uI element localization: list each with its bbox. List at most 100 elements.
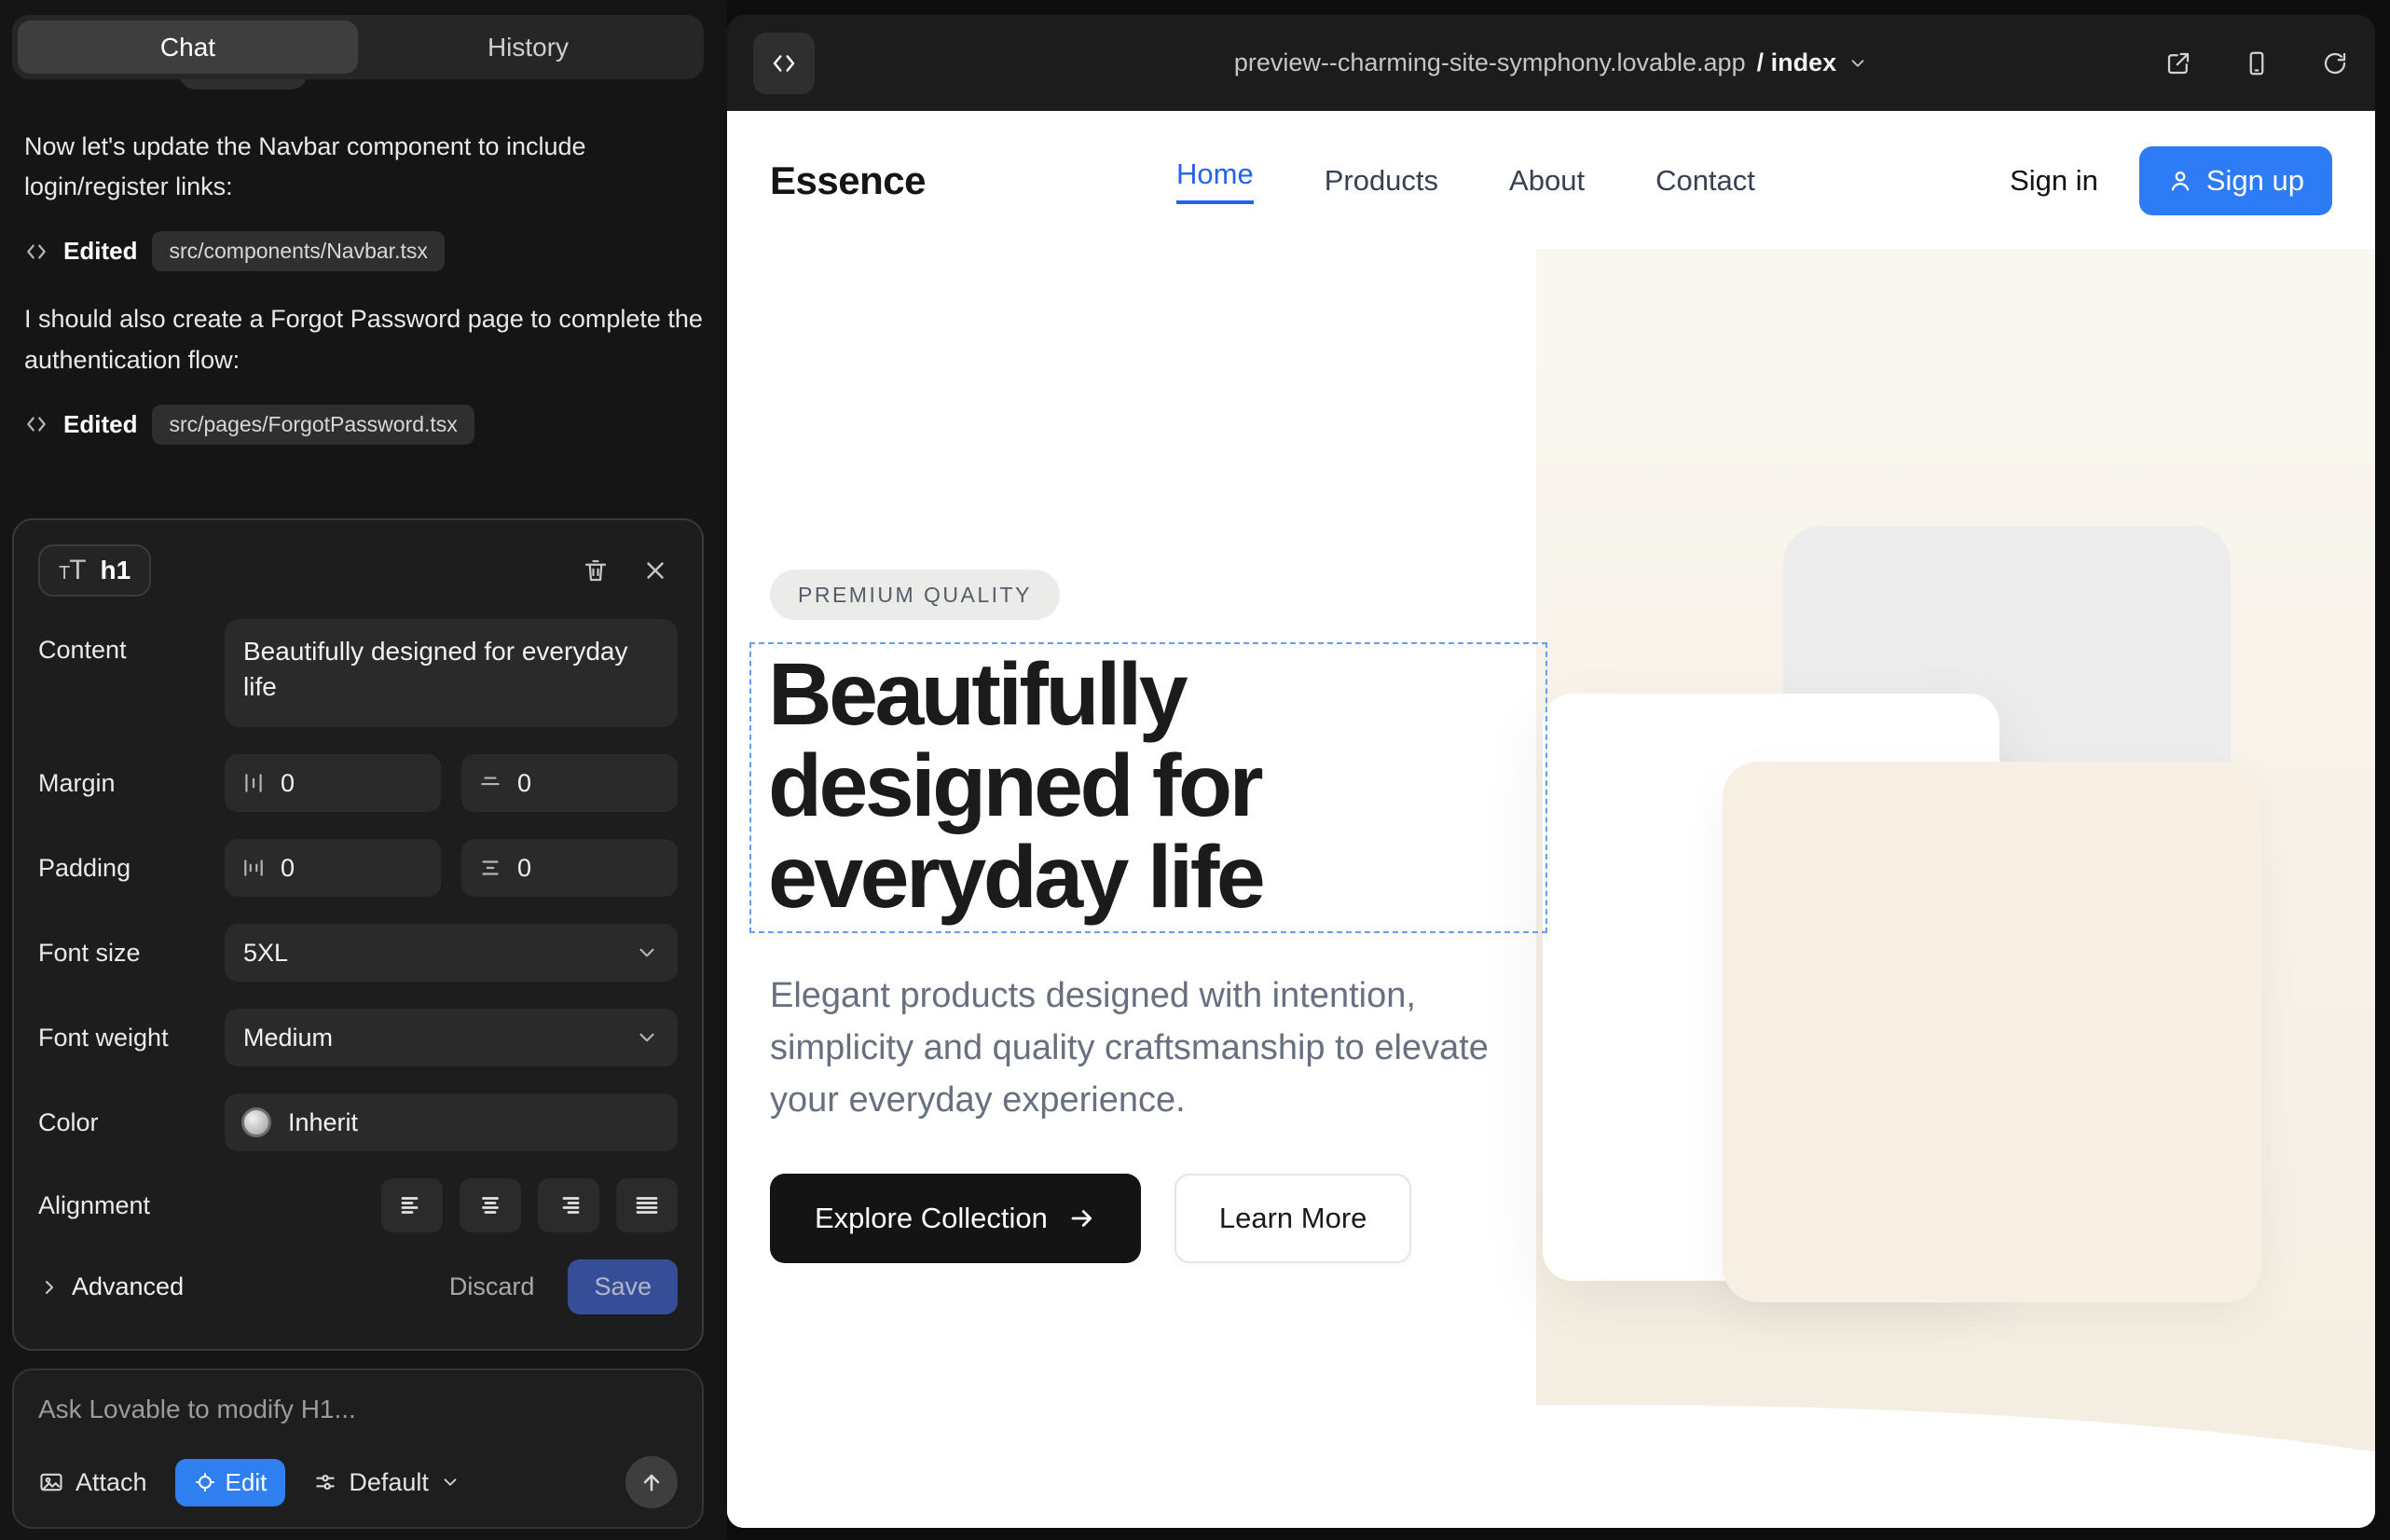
padding-row: Padding 0 0 [38, 839, 678, 897]
code-icon [24, 240, 48, 264]
chevron-right-icon [38, 1276, 61, 1299]
tab-chat[interactable]: Chat [18, 21, 358, 74]
content-input[interactable]: Beautifully designed for everyday life [225, 619, 678, 727]
hero-cta-row: Explore Collection Learn More [770, 1174, 1411, 1263]
app-root: Chat History Now let's update the Navbar… [0, 0, 2390, 1540]
chat-message: I should also create a Forgot Password p… [24, 299, 705, 379]
nav-link-home[interactable]: Home [1176, 158, 1254, 204]
padding-horizontal-icon [241, 856, 266, 880]
site-navbar: Essence Home Products About Contact Sign… [727, 111, 2375, 251]
chevron-down-icon [1847, 53, 1868, 74]
refresh-icon[interactable] [2321, 49, 2349, 77]
arrow-right-icon [1068, 1204, 1096, 1232]
save-button[interactable]: Save [568, 1259, 678, 1314]
font-weight-select[interactable]: Medium [225, 1009, 678, 1066]
preview-toolbar: preview--charming-site-symphony.lovable.… [727, 15, 2375, 111]
content-label: Content [38, 636, 225, 665]
advanced-toggle[interactable]: Advanced [38, 1272, 184, 1301]
padding-vertical-icon [478, 856, 502, 880]
sign-in-link[interactable]: Sign in [2010, 164, 2098, 198]
file-badge[interactable]: src/components/Navbar.tsx [152, 231, 444, 271]
align-right-button[interactable] [538, 1178, 599, 1232]
margin-x-input[interactable]: 0 [225, 754, 441, 812]
margin-row: Margin 0 0 [38, 754, 678, 812]
premium-quality-badge[interactable]: PREMIUM QUALITY [770, 570, 1060, 620]
chat-sidebar: Chat History Now let's update the Navbar… [0, 0, 727, 1540]
edited-file-row: Edited src/pages/ForgotPassword.tsx [24, 405, 705, 445]
selected-element-pill: TT h1 [38, 544, 151, 597]
alignment-row: Alignment [38, 1178, 678, 1232]
file-badge[interactable]: src/pages/ForgotPassword.tsx [152, 405, 474, 445]
sidebar-tabbar: Chat History [12, 15, 704, 79]
site-logo[interactable]: Essence [770, 158, 926, 203]
inspector-footer: Advanced Discard Save [38, 1259, 678, 1314]
delete-element-button[interactable] [573, 548, 618, 593]
chevron-down-icon [635, 941, 659, 965]
hero-section: PREMIUM QUALITY Beautifully designed for… [727, 111, 2375, 1528]
nav-link-contact[interactable]: Contact [1655, 164, 1755, 198]
url-host: preview--charming-site-symphony.lovable.… [1234, 48, 1746, 77]
align-center-button[interactable] [460, 1178, 521, 1232]
edited-label: Edited [63, 410, 137, 439]
selected-element-outline: Beautifully designed for everyday life [749, 642, 1547, 933]
align-left-button[interactable] [381, 1178, 443, 1232]
edited-file-row: Edited src/components/Navbar.tsx [24, 231, 705, 271]
hero-heading[interactable]: Beautifully designed for everyday life [751, 644, 1545, 929]
content-row: Content Beautifully designed for everyda… [38, 619, 678, 727]
send-button[interactable] [625, 1456, 678, 1508]
font-weight-label: Font weight [38, 1024, 225, 1052]
chat-message-list: Now let's update the Navbar component to… [24, 127, 705, 473]
chevron-down-icon [440, 1472, 460, 1492]
discard-button[interactable]: Discard [449, 1272, 535, 1301]
padding-label: Padding [38, 854, 225, 883]
edit-mode-button[interactable]: Edit [175, 1459, 286, 1506]
site-preview: Essence Home Products About Contact Sign… [727, 111, 2375, 1528]
color-select[interactable]: Inherit [225, 1093, 678, 1151]
nav-link-products[interactable]: Products [1325, 164, 1438, 198]
composer-toolbar: Attach Edit Default [38, 1456, 678, 1508]
typography-icon: TT [59, 555, 86, 586]
attach-button[interactable]: Attach [38, 1468, 147, 1497]
mobile-view-icon[interactable] [2243, 49, 2271, 77]
chevron-down-icon [635, 1025, 659, 1050]
url-bar[interactable]: preview--charming-site-symphony.lovable.… [727, 48, 2375, 77]
composer-input[interactable] [38, 1395, 678, 1424]
margin-y-input[interactable]: 0 [461, 754, 678, 812]
sign-up-button[interactable]: Sign up [2139, 146, 2332, 215]
model-default-button[interactable]: Default [313, 1468, 460, 1497]
font-size-label: Font size [38, 939, 225, 968]
align-justify-button[interactable] [616, 1178, 678, 1232]
font-size-select[interactable]: 5XL [225, 924, 678, 982]
preview-window: preview--charming-site-symphony.lovable.… [727, 15, 2375, 1528]
user-icon [2167, 168, 2193, 194]
color-label: Color [38, 1108, 225, 1137]
open-external-icon[interactable] [2164, 49, 2192, 77]
code-icon [24, 412, 48, 436]
close-icon[interactable] [633, 548, 678, 593]
preview-actions [2164, 49, 2349, 77]
font-weight-row: Font weight Medium [38, 1009, 678, 1066]
alignment-label: Alignment [38, 1191, 225, 1220]
margin-label: Margin [38, 769, 225, 798]
nav-auth: Sign in Sign up [2010, 146, 2332, 215]
learn-more-button[interactable]: Learn More [1174, 1174, 1412, 1263]
explore-collection-button[interactable]: Explore Collection [770, 1174, 1141, 1263]
edited-label: Edited [63, 237, 137, 266]
url-page: / index [1757, 48, 1837, 77]
padding-y-input[interactable]: 0 [461, 839, 678, 897]
color-swatch [241, 1107, 271, 1137]
color-row: Color Inherit [38, 1093, 678, 1151]
margin-vertical-icon [478, 771, 502, 795]
code-view-button[interactable] [753, 33, 815, 94]
padding-x-input[interactable]: 0 [225, 839, 441, 897]
hero-paragraph[interactable]: Elegant products designed with intention… [770, 970, 1516, 1127]
site-nav: Home Products About Contact [1176, 158, 1755, 204]
chat-composer: Attach Edit Default [12, 1368, 704, 1529]
sliders-icon [313, 1470, 337, 1494]
font-size-row: Font size 5XL [38, 924, 678, 982]
nav-link-about[interactable]: About [1509, 164, 1585, 198]
arrow-up-icon [639, 1469, 665, 1495]
crosshair-icon [194, 1471, 216, 1493]
inspector-header: TT h1 [38, 544, 678, 597]
tab-history[interactable]: History [358, 21, 698, 74]
